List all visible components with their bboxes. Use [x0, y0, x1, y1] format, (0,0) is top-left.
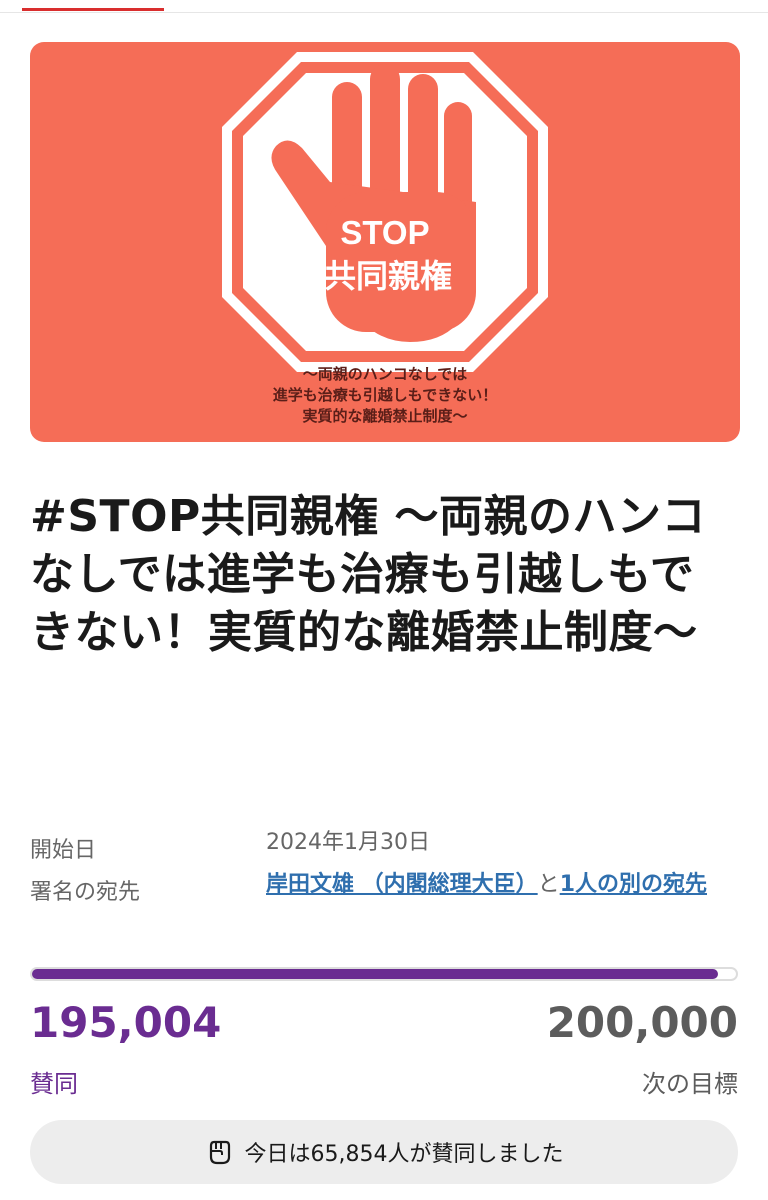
- petition-hero-image: STOP 共同親権 〜両親のハンコなしでは 進学も治療も引越しもできない！ 実質…: [30, 42, 740, 442]
- other-recipient-link[interactable]: 1人の別の宛先: [560, 872, 707, 897]
- recipient-link[interactable]: 岸田文雄 （内閣総理大臣）: [266, 872, 538, 897]
- recipient-label: 署名の宛先: [30, 880, 141, 905]
- start-date-label: 開始日: [30, 838, 97, 863]
- recipient-connector: と: [537, 872, 560, 897]
- hero-caption-line: 進学も治療も引越しもできない！: [272, 386, 498, 404]
- hero-caption-line: 実質的な離婚禁止制度〜: [302, 407, 468, 425]
- recipient-value: 岸田文雄 （内閣総理大臣）と1人の別の宛先: [266, 868, 746, 902]
- start-date-value: 2024年1月30日: [266, 830, 430, 855]
- signature-count: 195,004: [30, 998, 222, 1047]
- today-signatures-text: 今日は65,854人が賛同しました: [244, 1142, 564, 1167]
- signature-progress-fill: [32, 969, 719, 979]
- sign-text: 共同親権: [324, 257, 452, 295]
- signature-progress-bar: [30, 967, 738, 981]
- petition-title: #STOP共同親権 〜両親のハンコなしでは進学も治療も引越しもできない！実質的な…: [30, 491, 707, 658]
- goal-count: 200,000: [546, 998, 738, 1047]
- hero-caption: 〜両親のハンコなしでは 進学も治療も引越しもできない！ 実質的な離婚禁止制度〜: [30, 364, 740, 427]
- hero-caption-line: 〜両親のハンコなしでは: [302, 365, 468, 383]
- fist-icon: [209, 1140, 230, 1165]
- today-signatures-banner: 今日は65,854人が賛同しました: [30, 1120, 738, 1184]
- signature-count-label: 賛同: [30, 1070, 78, 1098]
- top-navigation-bar: [0, 0, 768, 13]
- goal-label: 次の目標: [642, 1070, 738, 1098]
- stop-text: STOP: [340, 214, 429, 251]
- active-tab-indicator: [22, 8, 164, 11]
